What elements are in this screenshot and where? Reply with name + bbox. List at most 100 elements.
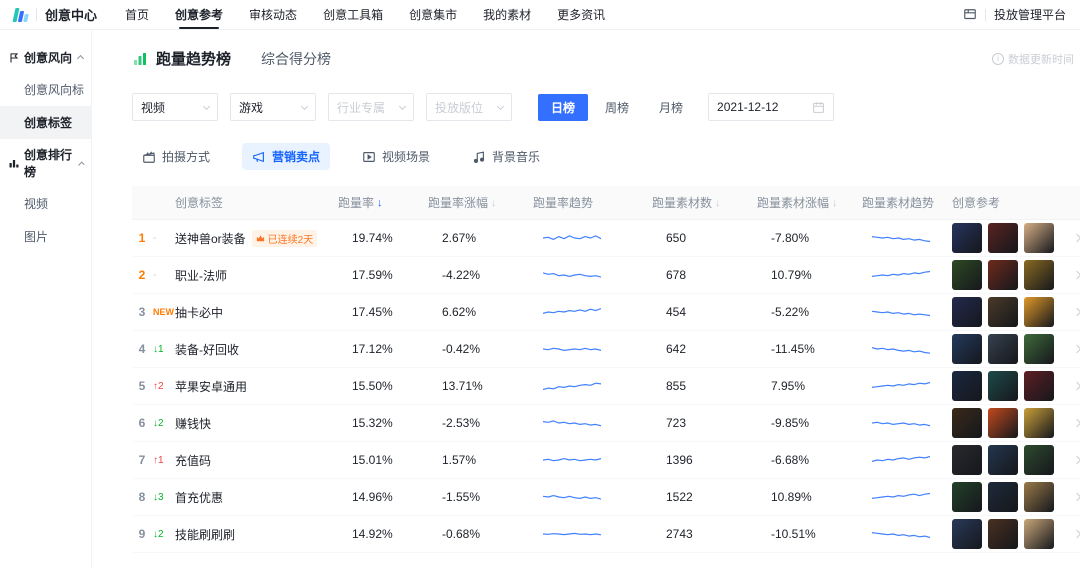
sort-icon[interactable]: ↓ xyxy=(491,197,497,209)
creative-thumbnail[interactable] xyxy=(1024,408,1054,438)
sidebar-item-video[interactable]: 视频 xyxy=(0,187,91,220)
row-expand-chevron-icon[interactable] xyxy=(1073,271,1080,279)
creative-thumbnail[interactable] xyxy=(1024,445,1054,475)
tab-shooting-method[interactable]: 拍摄方式 xyxy=(132,143,220,170)
creative-thumbnail[interactable] xyxy=(952,445,982,475)
creative-reference-cell xyxy=(952,260,1080,290)
rank-cell: 9 ↓2 xyxy=(132,527,175,541)
row-expand-chevron-icon[interactable] xyxy=(1073,234,1080,242)
run-rate-value: 14.92% xyxy=(338,527,428,541)
table-row[interactable]: 1 - 送神兽or装备 已连续2天 19.74% 2.67% 650 -7.80… xyxy=(132,220,1080,257)
creative-thumbnail[interactable] xyxy=(952,371,982,401)
tab-run-volume-trend-ranking[interactable]: 跑量趋势榜 xyxy=(156,48,231,69)
sidebar-item-creative-tags[interactable]: 创意标签 xyxy=(0,106,91,139)
creative-thumbnail[interactable] xyxy=(952,519,982,549)
table-row[interactable]: 9 ↓2 技能刷刷刷 14.92% -0.68% 2743 -10.51% xyxy=(132,516,1080,553)
creative-thumbnail[interactable] xyxy=(952,482,982,512)
select-value: 游戏 xyxy=(239,99,263,116)
nav-item-creative-market[interactable]: 创意集市 xyxy=(409,0,457,29)
creative-thumbnail[interactable] xyxy=(988,408,1018,438)
creative-thumbnail[interactable] xyxy=(1024,260,1054,290)
tag-cell[interactable]: 装备-好回收 xyxy=(175,341,338,358)
creative-thumbnail[interactable] xyxy=(988,482,1018,512)
row-expand-chevron-icon[interactable] xyxy=(1073,382,1080,390)
tag-cell[interactable]: 赚钱快 xyxy=(175,415,338,432)
tab-composite-score-ranking[interactable]: 综合得分榜 xyxy=(261,49,331,69)
segment-daily[interactable]: 日榜 xyxy=(538,94,588,121)
segment-monthly[interactable]: 月榜 xyxy=(646,94,696,121)
industry-exclusive-select[interactable]: 行业专属 xyxy=(328,93,414,121)
creative-thumbnail[interactable] xyxy=(988,297,1018,327)
tag-cell[interactable]: 职业-法师 xyxy=(175,267,338,284)
header-materials-change[interactable]: 跑量素材涨幅 ↓ xyxy=(757,194,862,211)
creative-thumbnail[interactable] xyxy=(952,408,982,438)
creative-thumbnail[interactable] xyxy=(952,334,982,364)
run-rate-change-value: -1.55% xyxy=(428,490,533,504)
nav-item-home[interactable]: 首页 xyxy=(125,0,149,29)
creative-thumbnail[interactable] xyxy=(952,297,982,327)
tab-marketing-selling-point[interactable]: 营销卖点 xyxy=(242,143,330,170)
placement-select[interactable]: 投放版位 xyxy=(426,93,512,121)
nav-item-more-news[interactable]: 更多资讯 xyxy=(557,0,605,29)
sidebar-item-creative-windvane[interactable]: 创意风向标 xyxy=(0,73,91,106)
creative-thumbnail[interactable] xyxy=(952,260,982,290)
table-row[interactable]: 7 ↑1 充值码 15.01% 1.57% 1396 -6.68% xyxy=(132,442,1080,479)
ranking-table: 创意标签 跑量率 ↓ 跑量率涨幅 ↓ 跑量率趋势 跑量素材数 ↓ 跑量素材涨幅 … xyxy=(132,186,1080,553)
rank-change: ↑1 xyxy=(153,455,164,466)
header-run-rate[interactable]: 跑量率 ↓ xyxy=(338,194,428,211)
date-picker[interactable]: 2021-12-12 xyxy=(708,93,834,121)
creative-thumbnail[interactable] xyxy=(1024,297,1054,327)
tab-video-scene[interactable]: 视频场景 xyxy=(352,143,440,170)
tab-background-music[interactable]: 背景音乐 xyxy=(462,143,550,170)
header-materials-count[interactable]: 跑量素材数 ↓ xyxy=(652,194,757,211)
table-row[interactable]: 4 ↓1 装备-好回收 17.12% -0.42% 642 -11.45% xyxy=(132,331,1080,368)
creative-thumbnail[interactable] xyxy=(1024,482,1054,512)
tag-cell[interactable]: 首充优惠 xyxy=(175,489,338,506)
row-expand-chevron-icon[interactable] xyxy=(1073,308,1080,316)
sort-icon[interactable]: ↓ xyxy=(715,197,721,209)
creative-thumbnail[interactable] xyxy=(988,445,1018,475)
sidebar-group-creative-trends[interactable]: 创意风向 xyxy=(0,42,91,73)
tag-cell[interactable]: 技能刷刷刷 xyxy=(175,526,338,543)
row-expand-chevron-icon[interactable] xyxy=(1073,493,1080,501)
table-row[interactable]: 6 ↓2 赚钱快 15.32% -2.53% 723 -9.85% xyxy=(132,405,1080,442)
tag-cell[interactable]: 苹果安卓通用 xyxy=(175,378,338,395)
creative-thumbnail[interactable] xyxy=(1024,223,1054,253)
row-expand-chevron-icon[interactable] xyxy=(1073,530,1080,538)
creative-thumbnail[interactable] xyxy=(988,223,1018,253)
row-expand-chevron-icon[interactable] xyxy=(1073,419,1080,427)
segment-weekly[interactable]: 周榜 xyxy=(592,94,642,121)
tag-cell[interactable]: 送神兽or装备 已连续2天 xyxy=(175,230,338,247)
creative-thumbnail[interactable] xyxy=(988,260,1018,290)
table-row[interactable]: 5 ↑2 苹果安卓通用 15.50% 13.71% 855 7.95% xyxy=(132,368,1080,405)
table-row[interactable]: 8 ↓3 首充优惠 14.96% -1.55% 1522 10.89% xyxy=(132,479,1080,516)
tag-cell[interactable]: 抽卡必中 xyxy=(175,304,338,321)
sidebar-group-creative-ranking[interactable]: 创意排行榜 xyxy=(0,139,91,187)
run-rate-value: 19.74% xyxy=(338,231,428,245)
row-expand-chevron-icon[interactable] xyxy=(1073,456,1080,464)
nav-item-creative-toolbox[interactable]: 创意工具箱 xyxy=(323,0,383,29)
industry-select[interactable]: 游戏 xyxy=(230,93,316,121)
nav-item-creative-reference[interactable]: 创意参考 xyxy=(175,0,223,29)
creative-thumbnail[interactable] xyxy=(952,223,982,253)
sidebar-item-image[interactable]: 图片 xyxy=(0,220,91,253)
sort-desc-icon[interactable]: ↓ xyxy=(377,197,383,209)
creative-thumbnail[interactable] xyxy=(1024,519,1054,549)
material-type-select[interactable]: 视频 xyxy=(132,93,218,121)
wind-vane-icon xyxy=(8,52,20,64)
nav-item-my-assets[interactable]: 我的素材 xyxy=(483,0,531,29)
creative-thumbnail[interactable] xyxy=(988,519,1018,549)
row-expand-chevron-icon[interactable] xyxy=(1073,345,1080,353)
header-run-rate-change[interactable]: 跑量率涨幅 ↓ xyxy=(428,194,533,211)
delivery-platform-link[interactable]: 投放管理平台 xyxy=(994,6,1066,23)
nav-item-review-updates[interactable]: 审核动态 xyxy=(249,0,297,29)
creative-thumbnail[interactable] xyxy=(1024,371,1054,401)
table-row[interactable]: 3 NEW 抽卡必中 17.45% 6.62% 454 -5.22% xyxy=(132,294,1080,331)
sort-icon[interactable]: ↓ xyxy=(832,197,838,209)
table-row[interactable]: 2 - 职业-法师 17.59% -4.22% 678 10.79% xyxy=(132,257,1080,294)
creative-thumbnail[interactable] xyxy=(988,371,1018,401)
creative-thumbnail[interactable] xyxy=(1024,334,1054,364)
creative-thumbnail[interactable] xyxy=(988,334,1018,364)
tag-cell[interactable]: 充值码 xyxy=(175,452,338,469)
materials-change-value: 10.89% xyxy=(757,490,862,504)
